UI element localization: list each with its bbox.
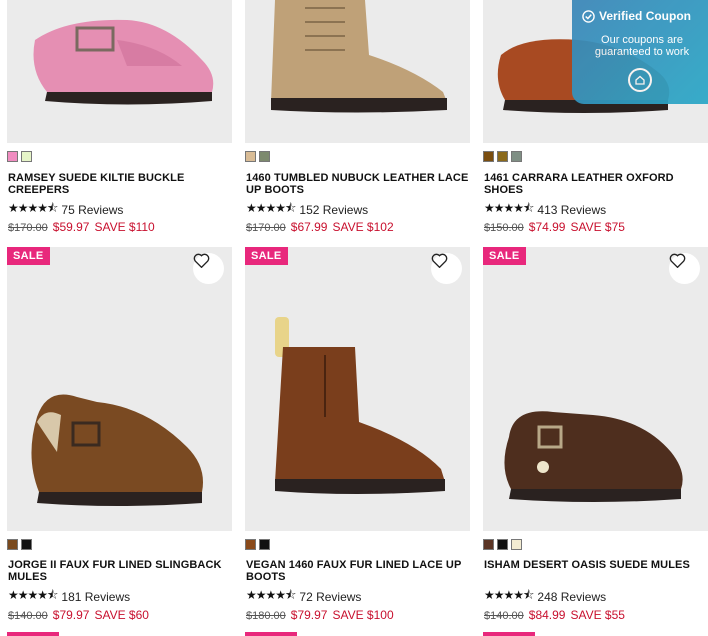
color-swatch[interactable] bbox=[245, 539, 256, 550]
sale-price: $79.97 bbox=[52, 608, 90, 622]
product-image[interactable]: SALE bbox=[7, 247, 232, 531]
sale-price: $67.99 bbox=[290, 220, 328, 234]
shoe-illustration bbox=[33, 19, 214, 105]
next-row-sale-badge bbox=[7, 632, 59, 636]
original-price: $170.00 bbox=[246, 222, 286, 234]
color-swatch[interactable] bbox=[245, 151, 256, 162]
price-row: $140.00 $79.97 SAVE $60 bbox=[8, 608, 149, 622]
price-row: $180.00 $79.97 SAVE $100 bbox=[246, 608, 394, 622]
wishlist-button[interactable] bbox=[669, 253, 700, 284]
product-name[interactable]: VEGAN 1460 FAUX FUR LINED LACE UP BOOTS bbox=[246, 559, 470, 583]
savings-label: SAVE $100 bbox=[332, 608, 394, 622]
product-image[interactable] bbox=[245, 0, 470, 143]
product-name[interactable]: ISHAM DESERT OASIS SUEDE MULES bbox=[484, 559, 708, 572]
sale-price: $79.97 bbox=[290, 608, 328, 622]
color-swatch[interactable] bbox=[259, 151, 270, 162]
color-swatches bbox=[483, 539, 522, 550]
savings-label: SAVE $60 bbox=[94, 608, 149, 622]
product-image[interactable]: SALE bbox=[483, 247, 708, 531]
sale-price: $59.97 bbox=[52, 220, 90, 234]
sale-badge: SALE bbox=[245, 247, 288, 265]
color-swatch[interactable] bbox=[7, 539, 18, 550]
heart-icon bbox=[669, 253, 686, 268]
savings-label: SAVE $75 bbox=[570, 220, 625, 234]
product-rating[interactable]: ★★★★⯪ 75 Reviews bbox=[8, 199, 123, 220]
price-row: $140.00 $84.99 SAVE $55 bbox=[484, 608, 625, 622]
star-rating-icon: ★★★★⯪ bbox=[484, 201, 534, 215]
color-swatches bbox=[7, 151, 32, 162]
shoe-illustration bbox=[275, 317, 445, 494]
sale-price: $74.99 bbox=[528, 220, 566, 234]
coupon-title: Verified Coupon bbox=[599, 9, 692, 23]
next-row-sale-badge bbox=[245, 632, 297, 636]
product-name[interactable]: 1460 TUMBLED NUBUCK LEATHER LACE UP BOOT… bbox=[246, 172, 470, 196]
product-name[interactable]: 1461 CARRARA LEATHER OXFORD SHOES bbox=[484, 172, 708, 196]
original-price: $140.00 bbox=[484, 610, 524, 622]
product-image[interactable] bbox=[7, 0, 232, 143]
heart-icon bbox=[193, 253, 210, 268]
sale-badge: SALE bbox=[483, 247, 526, 265]
original-price: $170.00 bbox=[8, 222, 48, 234]
review-count: 413 Reviews bbox=[537, 202, 607, 217]
color-swatch[interactable] bbox=[7, 151, 18, 162]
color-swatches bbox=[483, 151, 522, 162]
product-name[interactable]: RAMSEY SUEDE KILTIE BUCKLE CREEPERS bbox=[8, 172, 232, 196]
next-row-sale-badge bbox=[483, 632, 535, 636]
review-count: 72 Reviews bbox=[299, 589, 362, 604]
star-rating-icon: ★★★★⯪ bbox=[246, 201, 296, 215]
color-swatch[interactable] bbox=[497, 151, 508, 162]
color-swatch[interactable] bbox=[511, 151, 522, 162]
product-rating[interactable]: ★★★★⯪ 72 Reviews bbox=[246, 586, 361, 607]
sale-price: $84.99 bbox=[528, 608, 566, 622]
wishlist-button[interactable] bbox=[431, 253, 462, 284]
review-count: 152 Reviews bbox=[299, 202, 369, 217]
product-rating[interactable]: ★★★★⯪ 152 Reviews bbox=[246, 199, 368, 220]
coupon-header: Verified Coupon bbox=[582, 9, 691, 23]
star-rating-icon: ★★★★⯪ bbox=[246, 588, 296, 602]
review-count: 75 Reviews bbox=[61, 202, 124, 217]
product-rating[interactable]: ★★★★⯪ 181 Reviews bbox=[8, 586, 130, 607]
wishlist-button[interactable] bbox=[193, 253, 224, 284]
star-rating-icon: ★★★★⯪ bbox=[8, 201, 58, 215]
home-icon[interactable] bbox=[628, 68, 652, 92]
product-name[interactable]: JORGE II FAUX FUR LINED SLINGBACK MULES bbox=[8, 559, 232, 583]
original-price: $150.00 bbox=[484, 222, 524, 234]
price-row: $170.00 $59.97 SAVE $110 bbox=[8, 220, 155, 234]
color-swatches bbox=[7, 539, 32, 550]
check-circle-icon bbox=[582, 9, 595, 23]
verified-coupon-widget[interactable]: Verified Coupon Our coupons are guarante… bbox=[572, 0, 708, 104]
color-swatch[interactable] bbox=[483, 151, 494, 162]
shoe-illustration bbox=[31, 394, 204, 506]
heart-icon bbox=[431, 253, 448, 268]
product-rating[interactable]: ★★★★⯪ 413 Reviews bbox=[484, 199, 606, 220]
shoe-illustration bbox=[504, 411, 683, 502]
product-rating[interactable]: ★★★★⯪ 248 Reviews bbox=[484, 586, 606, 607]
color-swatch[interactable] bbox=[497, 539, 508, 550]
savings-label: SAVE $110 bbox=[94, 220, 155, 234]
price-row: $170.00 $67.99 SAVE $102 bbox=[246, 220, 394, 234]
savings-label: SAVE $55 bbox=[570, 608, 625, 622]
original-price: $180.00 bbox=[246, 610, 286, 622]
color-swatch[interactable] bbox=[483, 539, 494, 550]
review-count: 248 Reviews bbox=[537, 589, 607, 604]
original-price: $140.00 bbox=[8, 610, 48, 622]
product-image[interactable]: SALE bbox=[245, 247, 470, 531]
color-swatches bbox=[245, 151, 270, 162]
coupon-subtitle: Our coupons are guaranteed to work bbox=[594, 34, 690, 58]
savings-label: SAVE $102 bbox=[332, 220, 394, 234]
color-swatch[interactable] bbox=[21, 539, 32, 550]
review-count: 181 Reviews bbox=[61, 589, 131, 604]
sale-badge: SALE bbox=[7, 247, 50, 265]
star-rating-icon: ★★★★⯪ bbox=[484, 588, 534, 602]
color-swatch[interactable] bbox=[511, 539, 522, 550]
star-rating-icon: ★★★★⯪ bbox=[8, 588, 58, 602]
shoe-illustration bbox=[271, 0, 447, 113]
color-swatch[interactable] bbox=[259, 539, 270, 550]
color-swatches bbox=[245, 539, 270, 550]
price-row: $150.00 $74.99 SAVE $75 bbox=[484, 220, 625, 234]
color-swatch[interactable] bbox=[21, 151, 32, 162]
